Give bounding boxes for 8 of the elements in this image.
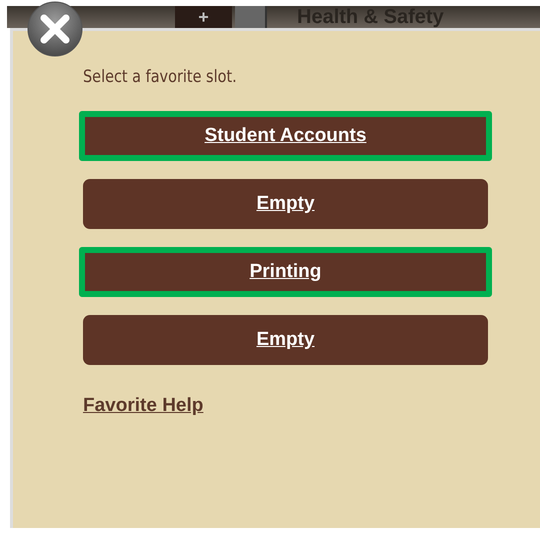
prompt-text: Select a favorite slot. bbox=[83, 67, 238, 87]
favorite-slot-button[interactable]: Empty bbox=[83, 179, 488, 229]
favorite-slot-button[interactable]: Printing bbox=[79, 247, 492, 297]
help-link[interactable]: Favorite Help bbox=[83, 395, 204, 417]
favorite-slot-button[interactable]: Student Accounts bbox=[79, 111, 492, 161]
favorite-slot-button[interactable]: Empty bbox=[83, 315, 488, 365]
close-icon[interactable] bbox=[27, 1, 83, 57]
add-tab[interactable]: + bbox=[175, 6, 232, 28]
